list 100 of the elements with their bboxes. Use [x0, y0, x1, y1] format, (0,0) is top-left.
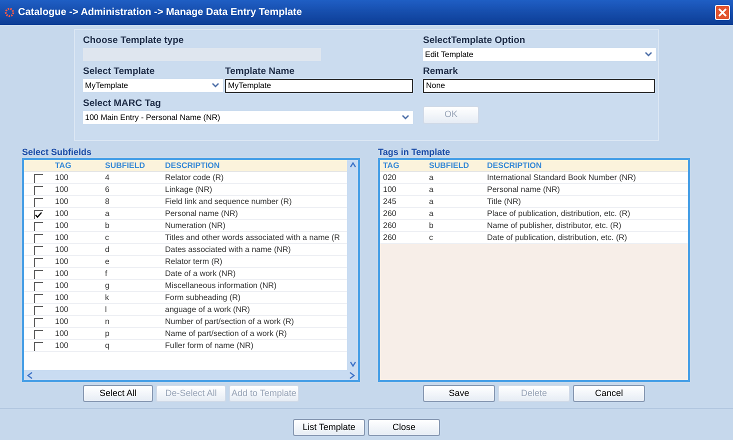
table-cell-text: Miscellaneous information (NR)	[164, 280, 278, 292]
checkbox[interactable]	[34, 198, 42, 206]
checkbox[interactable]	[34, 258, 42, 266]
table-cell-text: 100	[54, 316, 70, 328]
table-cell-text: d	[104, 244, 110, 256]
table-cell-text: 100	[54, 292, 70, 304]
column-header: DESCRIPTION	[486, 160, 543, 172]
field-label: Select Template	[83, 66, 156, 78]
table-cell-text: 100	[54, 220, 70, 232]
field-label: Remark	[423, 66, 459, 78]
table-cell-text: Personal name (NR)	[164, 208, 239, 220]
field-label: Template Name	[225, 66, 296, 78]
checkbox[interactable]	[34, 174, 42, 182]
table-cell-text: 4	[104, 172, 110, 184]
table-cell-text: 020	[382, 172, 398, 184]
chevron-down-icon	[402, 115, 409, 120]
checkbox[interactable]	[34, 306, 42, 314]
section-title: Select Subfields	[22, 147, 93, 158]
column-header: SUBFIELD	[104, 160, 146, 172]
table-cell-text: 100	[54, 172, 70, 184]
table-cell-text: 100	[54, 196, 70, 208]
text-field[interactable]: None	[423, 79, 655, 93]
chevron-down-icon	[212, 83, 219, 88]
table-cell-text: Relator term (R)	[164, 256, 224, 268]
column-header: SUBFIELD	[428, 160, 470, 172]
checkbox[interactable]	[34, 186, 42, 194]
table-cell-text: 100	[382, 184, 398, 196]
table-cell-text: Fuller form of name (NR)	[164, 340, 254, 352]
field-label: SelectTemplate Option	[423, 35, 526, 47]
form-button[interactable]: List Template	[293, 419, 365, 436]
table-cell-text: anguage of a work (NR)	[164, 304, 251, 316]
dropdown[interactable]: Edit Template	[423, 48, 656, 61]
table-cell-text: e	[104, 256, 110, 268]
text-field[interactable]: MyTemplate	[225, 79, 413, 93]
dropdown[interactable]: MyTemplate	[83, 79, 223, 92]
table-cell-text: Name of part/section of a work (R)	[164, 328, 288, 340]
table-cell-text: a	[428, 208, 434, 220]
table-cell-text: Date of publication, distribution, etc. (R)	[486, 232, 628, 244]
checkbox[interactable]	[34, 330, 42, 338]
table-cell-text: Linkage (NR)	[164, 184, 214, 196]
table-cell-text: 100	[54, 268, 70, 280]
chevron-down-icon	[645, 52, 652, 57]
field-label: Choose Template type	[83, 35, 185, 47]
table-cell-text: Field link and sequence number (R)	[164, 196, 293, 208]
form-button[interactable]: Cancel	[573, 385, 645, 402]
table-cell-text: a	[428, 196, 434, 208]
table-cell-text: p	[104, 328, 110, 340]
table-cell-text: Numeration (NR)	[164, 220, 226, 232]
table-cell-text: c	[104, 232, 110, 244]
table-cell-text: b	[104, 220, 110, 232]
table-cell-text: International Standard Book Number (NR)	[486, 172, 637, 184]
form-button[interactable]: Select All	[83, 385, 153, 402]
section-title: Tags in Template	[378, 147, 452, 158]
table-cell-text: 260	[382, 208, 398, 220]
table-cell-text: a	[428, 184, 434, 196]
table-cell-text: Dates associated with a name (NR)	[164, 244, 292, 256]
window-title: Catalogue -> Administration -> Manage Data Entry Template	[18, 6, 303, 20]
table-cell-text: Place of publication, distribution, etc. (R)	[486, 208, 632, 220]
table-cell-text: g	[104, 280, 110, 292]
table-cell-text: Name of publisher, distributor, etc. (R)	[486, 220, 622, 232]
table-cell-text: 100	[54, 184, 70, 196]
column-header: TAG	[382, 160, 400, 172]
table-cell-text: 8	[104, 196, 110, 208]
table-cell-text: Number of part/section of a work (R)	[164, 316, 295, 328]
table-cell-text: 260	[382, 232, 398, 244]
table-cell-text: 100	[54, 280, 70, 292]
form-button[interactable]: Save	[423, 385, 495, 402]
table-cell-text: Relator code (R)	[164, 172, 225, 184]
column-header: DESCRIPTION	[164, 160, 221, 172]
column-header: TAG	[54, 160, 72, 172]
table-cell-text: Personal name (NR)	[486, 184, 561, 196]
table-cell-text: c	[428, 232, 434, 244]
table-cell-text: Titles and other words associated with a name (R	[164, 232, 341, 244]
table-cell-text: 100	[54, 340, 70, 352]
table-cell-text: k	[104, 292, 110, 304]
table-cell-text: 260	[382, 220, 398, 232]
field-label: Select MARC Tag	[83, 98, 162, 110]
table-cell-text: l	[104, 304, 108, 316]
table-cell-text: 6	[104, 184, 110, 196]
table-cell-text: Title (NR)	[486, 196, 522, 208]
checkbox[interactable]	[34, 222, 42, 230]
checkbox[interactable]	[34, 318, 42, 326]
checkbox[interactable]	[34, 234, 42, 242]
checkbox[interactable]	[34, 282, 42, 290]
checkbox[interactable]	[34, 210, 42, 218]
table-cell-text: n	[104, 316, 110, 328]
dropdown[interactable]: 100 Main Entry - Personal Name (NR)	[83, 111, 413, 124]
form-button[interactable]: Close	[368, 419, 440, 436]
checkbox[interactable]	[34, 294, 42, 302]
table-cell-text: a	[428, 172, 434, 184]
close-button[interactable]	[715, 5, 730, 20]
checkbox[interactable]	[34, 342, 42, 350]
table-cell-text: f	[104, 268, 108, 280]
horizontal-scrollbar[interactable]	[24, 370, 358, 380]
vertical-scrollbar[interactable]	[347, 160, 358, 370]
checkbox[interactable]	[34, 270, 42, 278]
table-cell-text: Form subheading (R)	[164, 292, 242, 304]
checkbox[interactable]	[34, 246, 42, 254]
table-cell-text: 100	[54, 304, 70, 316]
table-cell-text: 100	[54, 256, 70, 268]
